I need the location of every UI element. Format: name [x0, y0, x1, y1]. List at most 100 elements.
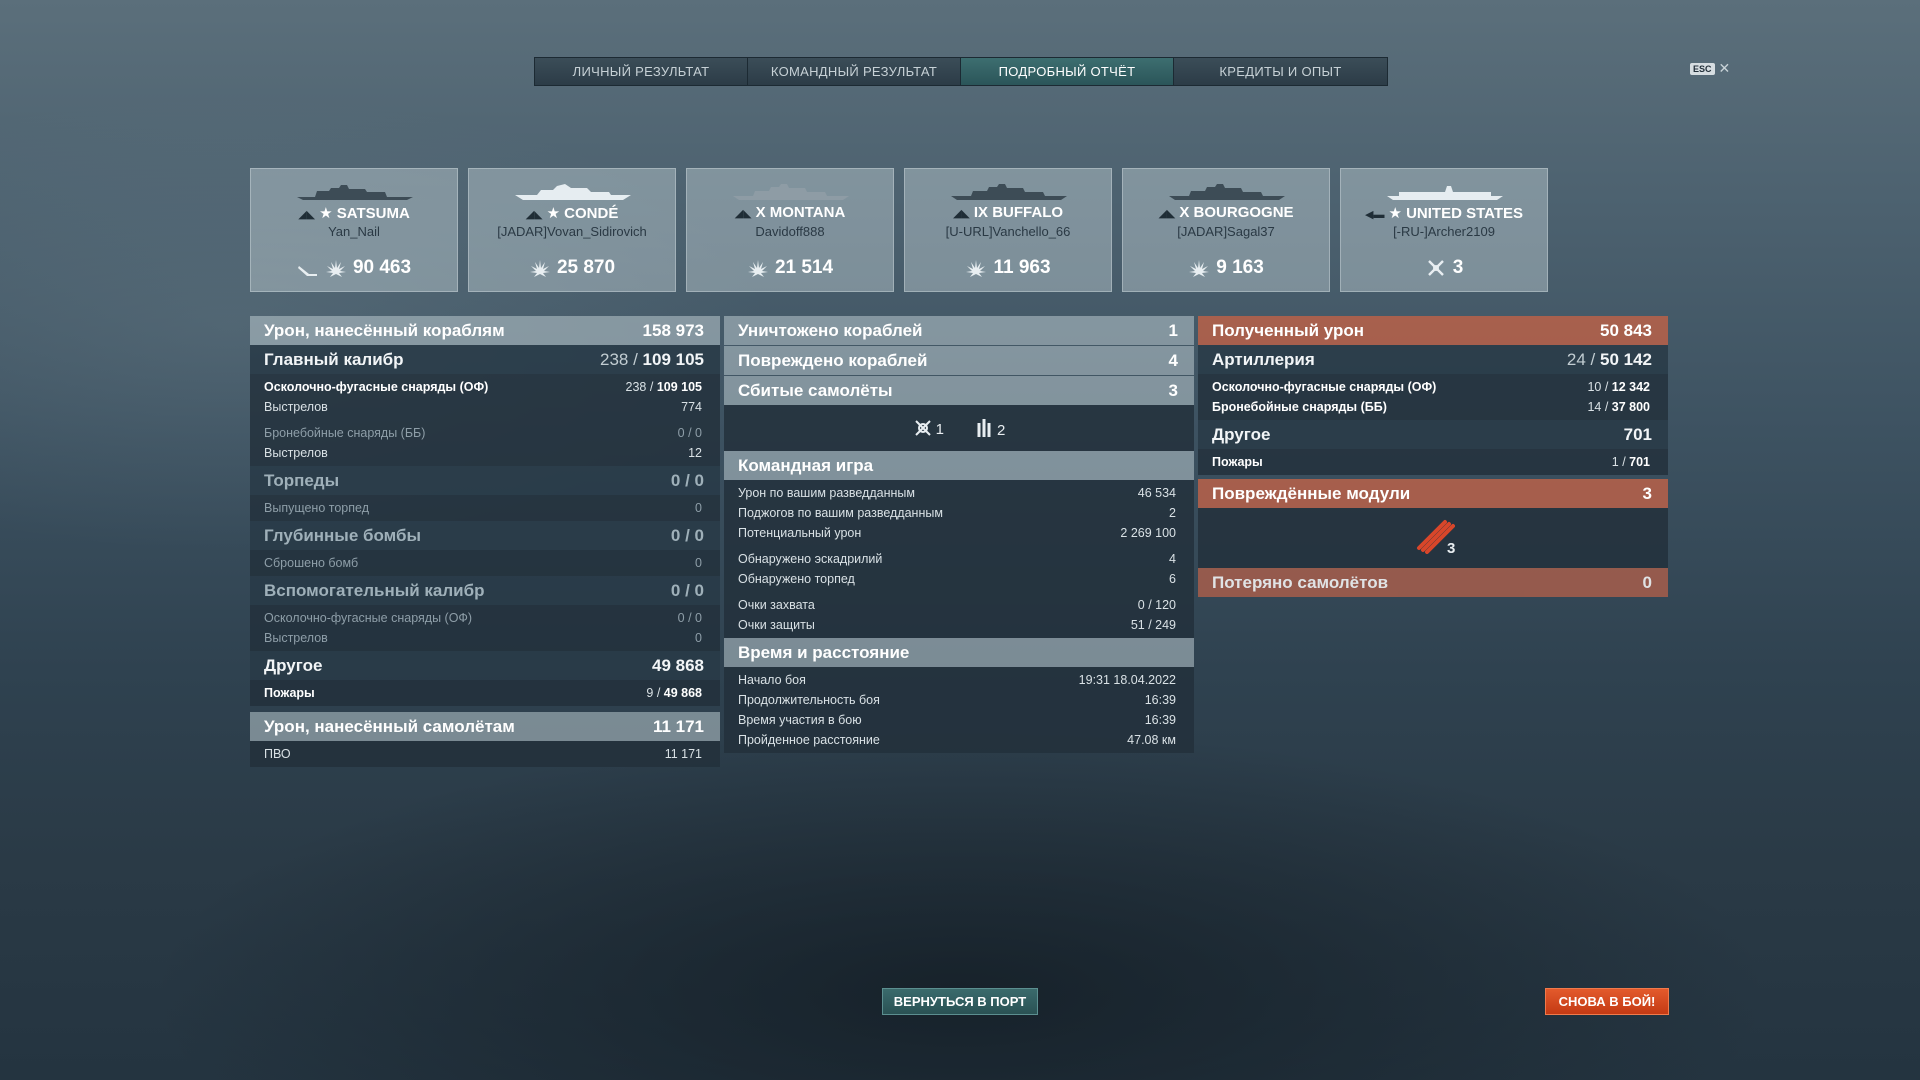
- stat-row: Осколочно-фугасные снаряды (ОФ) 238 / 109…: [264, 380, 702, 394]
- stat-row: ПВО 11 171: [264, 747, 702, 761]
- ships-damaged-header: Повреждено кораблей 4: [724, 346, 1194, 375]
- main-caliber-header: Главный калибр 238 / 109 105: [250, 345, 720, 374]
- ship-damage-value: 21 514: [774, 257, 834, 278]
- ship-name: X MONTANA: [755, 204, 846, 221]
- ship-name: X BOURGOGNE: [1179, 204, 1294, 221]
- ships-destroyed-header: Уничтожено кораблей 1: [724, 316, 1194, 345]
- stat-row: Сброшено бомб 0: [264, 556, 702, 570]
- player-name: Yan_Nail: [328, 224, 380, 239]
- stat-row: Время участия в бою 16:39: [738, 713, 1176, 727]
- damage-icon: [747, 260, 768, 277]
- planes-shot-icon: [1427, 260, 1444, 276]
- team-play-header: Командная игра: [724, 451, 1194, 480]
- damage-dealt-panel: Урон, нанесённый кораблям 158 973 Главный…: [250, 316, 720, 767]
- ship-card[interactable]: ◀▬ ★ UNITED STATES [-RU-]Archer2109 3: [1340, 168, 1548, 292]
- damage-icon: [325, 260, 346, 277]
- damaged-modules-header: Повреждённые модули 3: [1198, 479, 1668, 508]
- damage-icon: [966, 260, 987, 277]
- stat-row: Очки защиты 51 / 249: [738, 618, 1176, 632]
- battleship-class-icon: ◢◣: [525, 209, 543, 221]
- stat-row: Выстрелов 12: [264, 446, 702, 460]
- anti-aircraft-icon: [977, 419, 991, 437]
- planes-lost-header: Потеряно самолётов 0: [1198, 568, 1668, 597]
- ship-silhouette-icon: [951, 184, 1067, 200]
- battle-again-button[interactable]: СНОВА В БОЙ!: [1545, 988, 1669, 1015]
- ship-name: ★ SATSUMA: [319, 205, 410, 222]
- stat-row: Пройденное расстояние 47.08 км: [738, 733, 1176, 747]
- stat-row: Бронебойные снаряды (ББ) 0 / 0: [264, 426, 702, 440]
- artillery-header: Артиллерия 24 / 50 142: [1198, 345, 1668, 374]
- planes-aa-count: 2: [997, 422, 1006, 439]
- stat-row: Начало боя 19:31 18.04.2022: [738, 673, 1176, 687]
- stat-row: Обнаружено торпед 6: [738, 572, 1176, 586]
- plane-damage-header: Урон, нанесённый самолётам 11 171: [250, 712, 720, 741]
- ship-card[interactable]: ◢◣ ★ CONDÉ [JADAR]Vovan_Sidirovich 25 870: [468, 168, 676, 292]
- damage-icon: [1189, 260, 1210, 277]
- player-name: [-RU-]Archer2109: [1393, 224, 1495, 239]
- ship-damage-value: 11 963: [993, 257, 1051, 278]
- top-ships-list: ◢◣ ★ SATSUMA Yan_Nail 90 463 ◢◣ ★ CONDÉ [J…: [250, 168, 1548, 292]
- carrier-class-icon: ◀▬: [1364, 209, 1385, 221]
- ribbon-icon: [297, 266, 317, 276]
- stat-row: Пожары 9 / 49 868: [264, 686, 702, 700]
- damage-icon: [529, 260, 550, 277]
- stat-row: Обнаружено эскадрилий 4: [738, 552, 1176, 566]
- ship-card[interactable]: ◢◣ ★ SATSUMA Yan_Nail 90 463: [250, 168, 458, 292]
- tab-credits-xp[interactable]: КРЕДИТЫ И ОПЫТ: [1174, 58, 1387, 85]
- battle-summary-panel: Уничтожено кораблей 1 Повреждено кораблей…: [724, 316, 1194, 753]
- stat-row: Выпущено торпед 0: [264, 501, 702, 515]
- battleship-class-icon: ◢◣: [298, 209, 316, 221]
- cruiser-class-icon: ◢◣: [952, 208, 970, 220]
- damage-received-panel: Полученный урон 50 843 Артиллерия 24 / 50…: [1198, 316, 1668, 597]
- stat-row: Продолжительность боя 16:39: [738, 693, 1176, 707]
- fighter-icon: [914, 420, 931, 436]
- ship-card[interactable]: ◢◣ X MONTANA Davidoff888 21 514: [686, 168, 894, 292]
- stat-row: Пожары 1 / 701: [1212, 455, 1650, 469]
- other-received-header: Другое 701: [1198, 420, 1668, 449]
- torpedoes-header: Торпеды 0 / 0: [250, 466, 720, 495]
- player-name: [U-URL]Vanchello_66: [945, 224, 1071, 239]
- stat-row: Урон по вашим разведданным 46 534: [738, 486, 1176, 500]
- time-distance-header: Время и расстояние: [724, 638, 1194, 667]
- ship-damage-value: 90 463: [352, 257, 412, 278]
- ship-card[interactable]: ◢◣ X BOURGOGNE [JADAR]Sagal37 9 163: [1122, 168, 1330, 292]
- damaged-module-count: 3: [1447, 540, 1456, 557]
- stat-row: Потенциальный урон 2 269 100: [738, 526, 1176, 540]
- stat-row: Выстрелов 0: [264, 631, 702, 645]
- ship-silhouette-icon: [1387, 186, 1503, 200]
- planes-fighter-count: 1: [935, 421, 944, 438]
- player-name: [JADAR]Vovan_Sidirovich: [497, 224, 647, 239]
- planes-shot-value: 3: [1452, 257, 1464, 278]
- stat-row: Осколочно-фугасные снаряды (ОФ) 10 / 12 3…: [1212, 380, 1650, 394]
- esc-key-badge: ESC: [1690, 62, 1715, 75]
- stat-row: Бронебойные снаряды (ББ) 14 / 37 800: [1212, 400, 1650, 414]
- battleship-class-icon: ◢◣: [734, 208, 752, 220]
- tab-personal-result[interactable]: ЛИЧНЫЙ РЕЗУЛЬТАТ: [535, 58, 748, 85]
- ship-silhouette-icon: [1169, 184, 1285, 200]
- tab-team-result[interactable]: КОМАНДНЫЙ РЕЗУЛЬТАТ: [748, 58, 961, 85]
- ship-name: IX BUFFALO: [973, 204, 1064, 221]
- ship-silhouette-icon: [297, 185, 413, 200]
- player-name: [JADAR]Sagal37: [1177, 224, 1275, 239]
- ship-damage-value: 25 870: [556, 257, 616, 278]
- return-to-port-button[interactable]: ВЕРНУТЬСЯ В ПОРТ: [882, 988, 1038, 1015]
- ship-name: ★ CONDÉ: [546, 205, 619, 222]
- close-icon: ✕: [1718, 60, 1731, 76]
- depth-charges-header: Глубинные бомбы 0 / 0: [250, 521, 720, 550]
- ship-name: ★ UNITED STATES: [1388, 205, 1524, 222]
- battleship-class-icon: ◢◣: [1158, 208, 1176, 220]
- other-damage-header: Другое 49 868: [250, 651, 720, 680]
- stat-row: Осколочно-фугасные снаряды (ОФ) 0 / 0: [264, 611, 702, 625]
- stat-row: Выстрелов 774: [264, 400, 702, 414]
- ship-card[interactable]: ◢◣ IX BUFFALO [U-URL]Vanchello_66 11 963: [904, 168, 1112, 292]
- player-name: Davidoff888: [755, 224, 825, 239]
- report-tabs: ЛИЧНЫЙ РЕЗУЛЬТАТ КОМАНДНЫЙ РЕЗУЛЬТАТ ПОД…: [534, 57, 1388, 86]
- tab-detailed-report[interactable]: ПОДРОБНЫЙ ОТЧЁТ: [961, 58, 1174, 85]
- planes-shot-header: Сбитые самолёты 3: [724, 376, 1194, 405]
- ship-damage-value: 9 163: [1216, 257, 1264, 278]
- ship-damage-header: Урон, нанесённый кораблям 158 973: [250, 316, 720, 345]
- ship-silhouette-icon: [515, 184, 631, 200]
- close-button[interactable]: ESC ✕: [1690, 60, 1730, 77]
- stat-row: Поджогов по вашим разведданным 2: [738, 506, 1176, 520]
- damage-received-header: Полученный урон 50 843: [1198, 316, 1668, 345]
